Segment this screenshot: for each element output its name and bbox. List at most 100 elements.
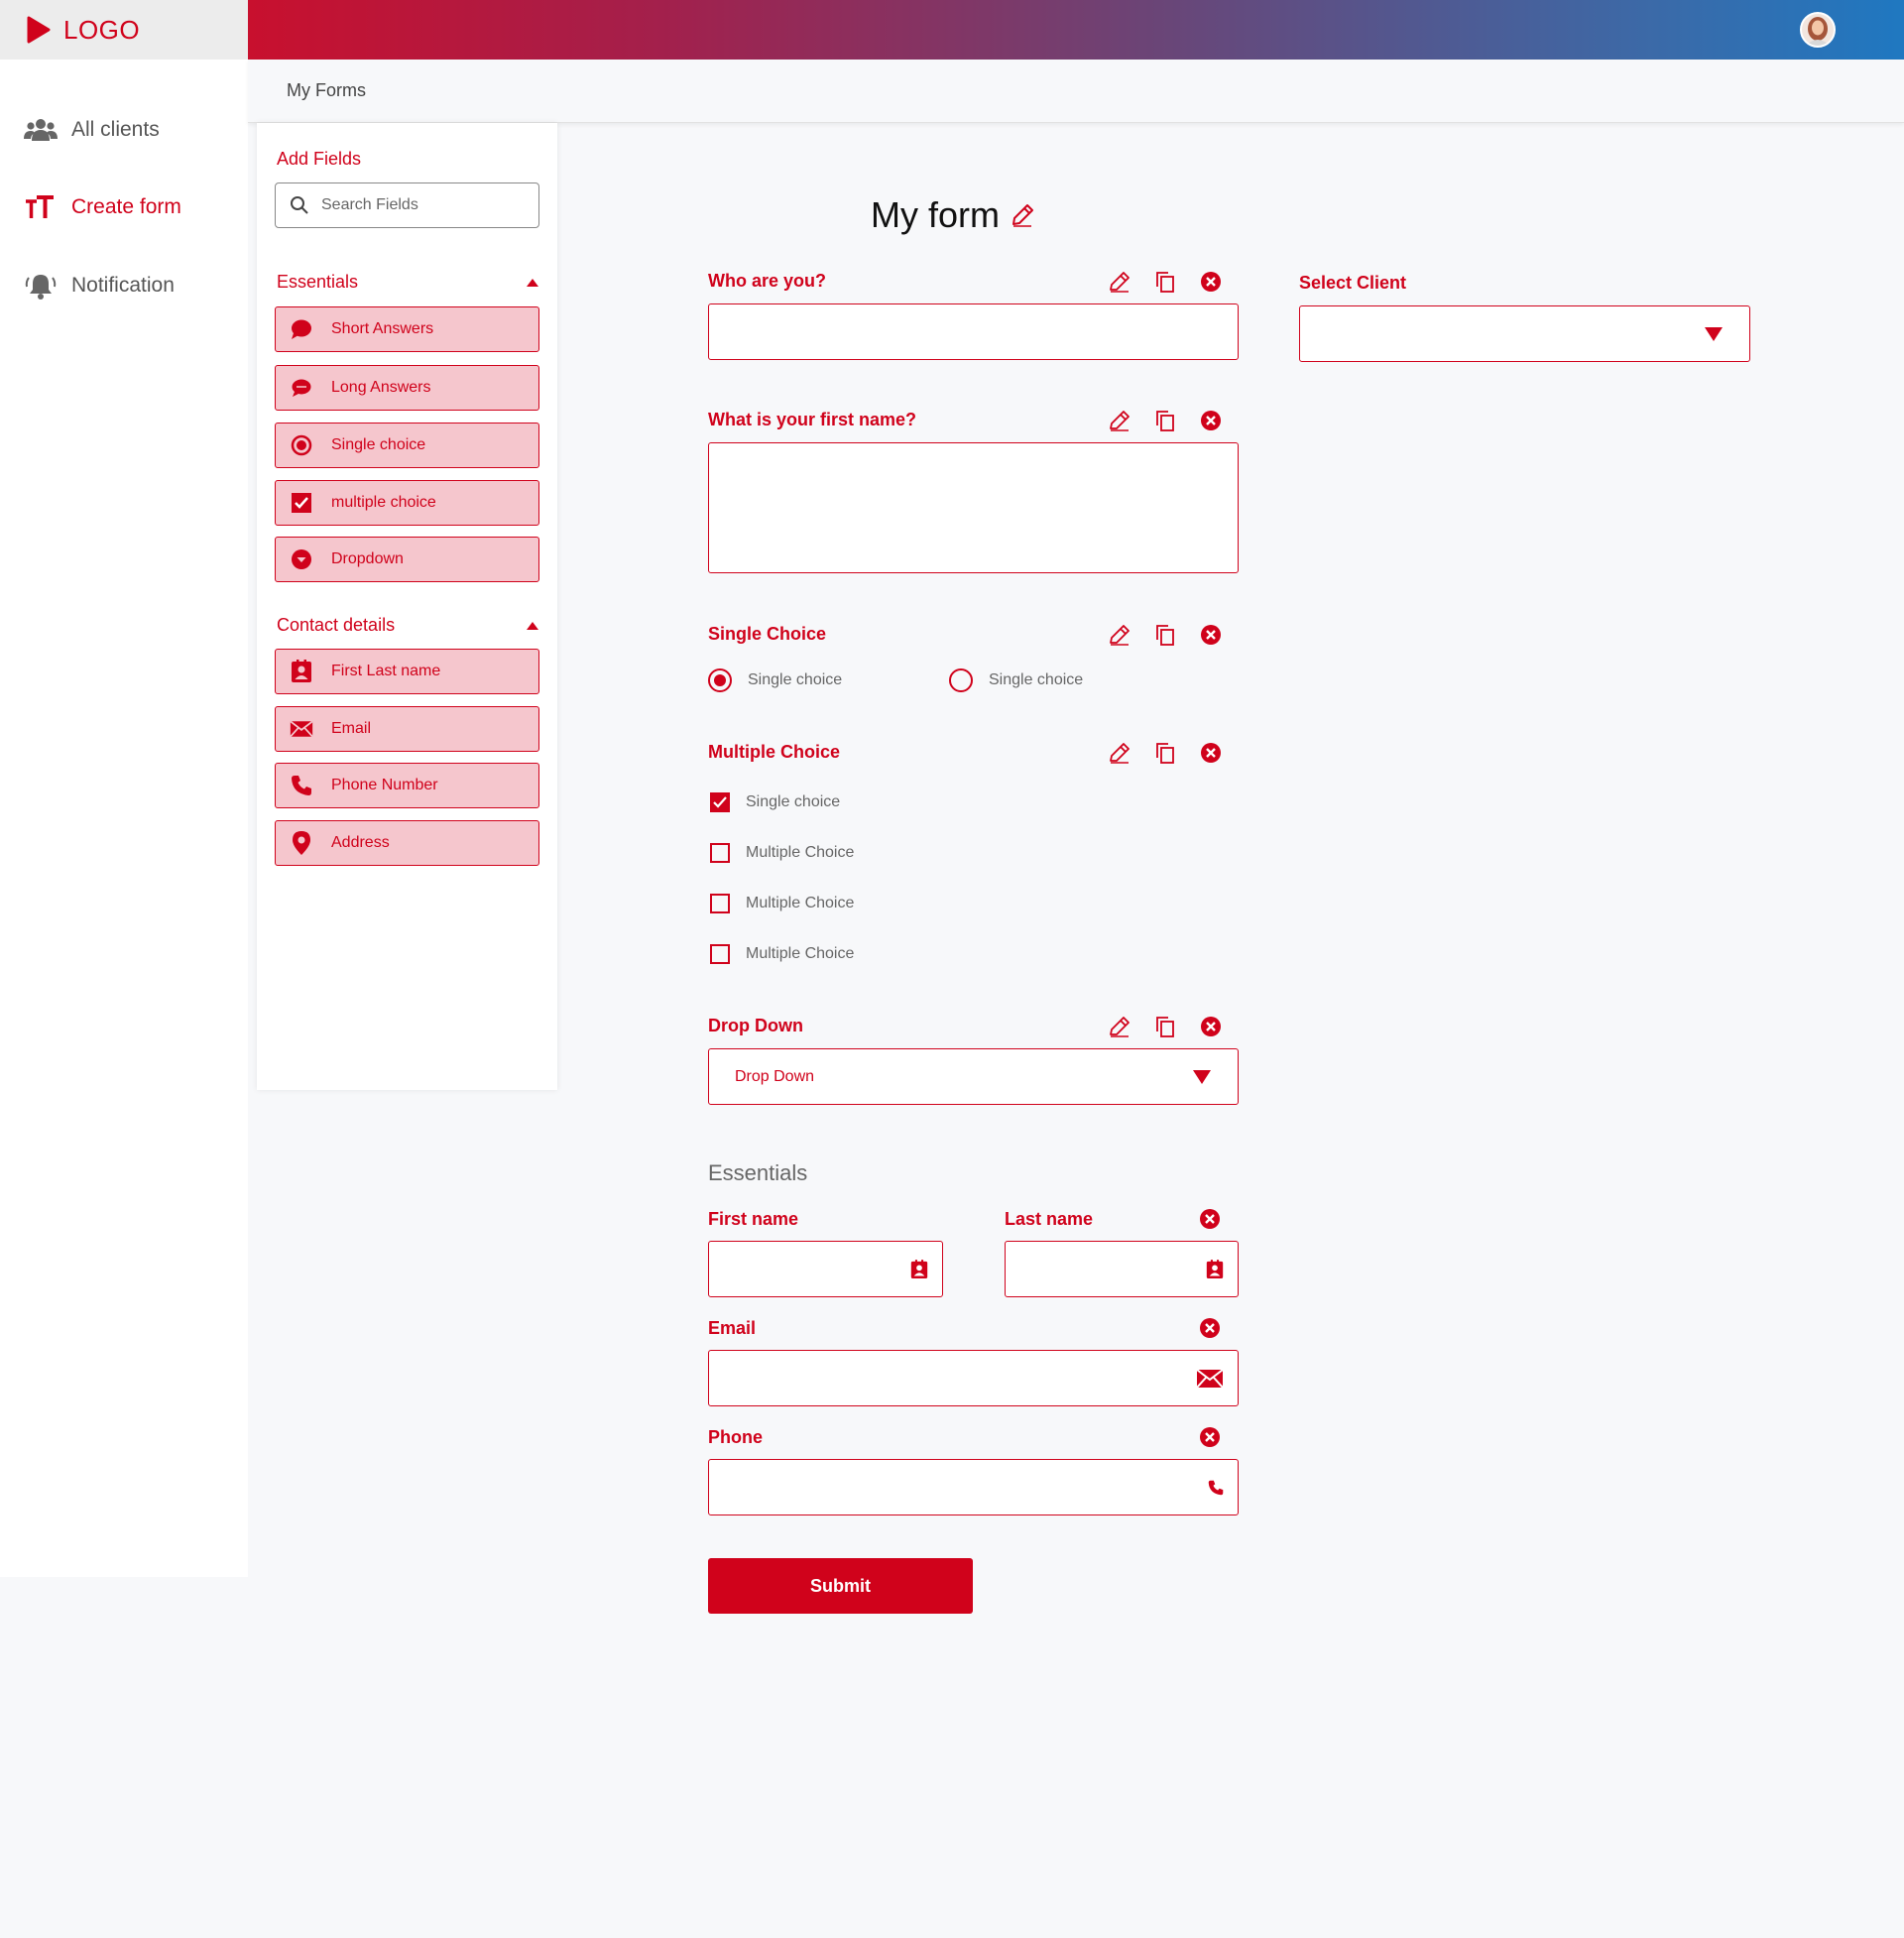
q4-option-1[interactable]: Single choice xyxy=(710,792,840,812)
logo-text: LOGO xyxy=(63,14,141,45)
essentials-section-title: Essentials xyxy=(708,1160,808,1185)
q2-label: What is your first name? xyxy=(708,410,917,429)
contact-section-header[interactable]: Contact details xyxy=(277,615,539,636)
checkbox-unchecked[interactable] xyxy=(710,944,730,964)
field-short-answers[interactable]: Short Answers xyxy=(275,306,539,352)
add-fields-panel: Add Fields Essentials Short Answers Long… xyxy=(257,123,557,1090)
edit-icon[interactable] xyxy=(1108,270,1131,294)
phone-input[interactable] xyxy=(708,1459,1239,1515)
q4-option-3[interactable]: Multiple Choice xyxy=(710,894,854,913)
essentials-section-title: Essentials xyxy=(277,272,359,292)
nav-label: Notification xyxy=(71,274,175,297)
phone-icon xyxy=(1208,1480,1224,1495)
field-label: Single choice xyxy=(331,436,426,453)
q2-textarea[interactable] xyxy=(708,442,1239,573)
checkbox-unchecked[interactable] xyxy=(710,894,730,913)
close-circle-icon[interactable] xyxy=(1199,1317,1223,1341)
q1-actions xyxy=(1108,270,1223,294)
checkbox-unchecked[interactable] xyxy=(710,843,730,863)
q1-input[interactable] xyxy=(708,303,1239,360)
q4-option-2[interactable]: Multiple Choice xyxy=(710,843,854,863)
nav-notification[interactable]: Notification xyxy=(24,272,175,300)
select-client-dropdown[interactable] xyxy=(1299,305,1750,362)
contact-card-icon xyxy=(910,1259,928,1278)
option-label: Single choice xyxy=(748,671,843,688)
field-single-choice[interactable]: Single choice xyxy=(275,423,539,468)
field-address[interactable]: Address xyxy=(275,820,539,866)
envelope-icon xyxy=(1196,1368,1224,1389)
email-input[interactable] xyxy=(708,1350,1239,1406)
checkbox-checked[interactable] xyxy=(710,792,730,812)
dropdown-circle-icon xyxy=(290,547,313,571)
field-label: Dropdown xyxy=(331,550,404,567)
last-name-input[interactable] xyxy=(1005,1241,1239,1297)
q4-option-4[interactable]: Multiple Choice xyxy=(710,944,854,964)
q4-label: Multiple Choice xyxy=(708,742,841,762)
option-label: Single choice xyxy=(746,793,841,810)
q1-label: Who are you? xyxy=(708,271,827,291)
option-label: Multiple Choice xyxy=(746,844,855,861)
field-label: Phone Number xyxy=(331,777,438,793)
submit-button[interactable]: Submit xyxy=(708,1558,973,1614)
collapse-arrow-icon[interactable] xyxy=(526,277,539,289)
field-multiple-choice[interactable]: multiple choice xyxy=(275,480,539,526)
option-label: Multiple Choice xyxy=(746,945,855,962)
field-dropdown[interactable]: Dropdown xyxy=(275,537,539,582)
contact-section-title: Contact details xyxy=(277,615,396,635)
dropdown-value: Drop Down xyxy=(735,1067,815,1085)
copy-icon[interactable] xyxy=(1153,623,1177,647)
breadcrumb-my-forms[interactable]: My Forms xyxy=(287,80,366,101)
essentials-section-header[interactable]: Essentials xyxy=(277,272,539,293)
close-circle-icon[interactable] xyxy=(1199,270,1223,294)
avatar[interactable] xyxy=(1800,12,1836,48)
q2-actions xyxy=(1108,409,1223,432)
top-bar: LOGO xyxy=(0,0,1904,60)
breadcrumb: My Forms xyxy=(248,60,1904,123)
q5-dropdown[interactable]: Drop Down xyxy=(708,1048,1239,1105)
q3-option-2[interactable]: Single choice xyxy=(949,668,1083,692)
q3-option-1[interactable]: Single choice xyxy=(708,668,842,692)
edit-icon[interactable] xyxy=(1108,741,1131,765)
nav-create-form[interactable]: Create form xyxy=(24,194,181,220)
copy-icon[interactable] xyxy=(1153,1015,1177,1038)
close-circle-icon[interactable] xyxy=(1199,1426,1223,1450)
last-name-label: Last name xyxy=(1005,1209,1094,1229)
edit-icon[interactable] xyxy=(1108,1015,1131,1038)
search-box[interactable] xyxy=(275,182,539,228)
form-title-text: My form xyxy=(871,194,1000,235)
edit-icon[interactable] xyxy=(1108,623,1131,647)
copy-icon[interactable] xyxy=(1153,270,1177,294)
edit-pencil-icon[interactable] xyxy=(1010,202,1035,228)
edit-icon[interactable] xyxy=(1108,409,1131,432)
collapse-arrow-icon[interactable] xyxy=(526,620,539,632)
close-circle-icon[interactable] xyxy=(1199,1015,1223,1038)
close-circle-icon[interactable] xyxy=(1199,1208,1223,1232)
q5-label: Drop Down xyxy=(708,1016,803,1035)
field-phone-number[interactable]: Phone Number xyxy=(275,763,539,808)
field-label: Short Answers xyxy=(331,320,434,337)
contact-card-icon xyxy=(290,660,313,683)
close-circle-icon[interactable] xyxy=(1199,623,1223,647)
radio-unselected[interactable] xyxy=(949,668,973,692)
field-email[interactable]: Email xyxy=(275,706,539,752)
close-circle-icon[interactable] xyxy=(1199,409,1223,432)
field-first-last-name[interactable]: First Last name xyxy=(275,649,539,694)
close-circle-icon[interactable] xyxy=(1199,741,1223,765)
panel-title: Add Fields xyxy=(277,149,362,169)
radio-selected[interactable] xyxy=(708,668,732,692)
header-gradient xyxy=(248,0,1904,60)
q3-label: Single Choice xyxy=(708,624,827,644)
copy-icon[interactable] xyxy=(1153,741,1177,765)
field-label: Email xyxy=(331,720,372,737)
logo[interactable]: LOGO xyxy=(0,0,248,60)
search-input[interactable] xyxy=(321,196,520,214)
nav-label: Create form xyxy=(71,195,181,218)
q3-actions xyxy=(1108,623,1223,647)
first-name-input[interactable] xyxy=(708,1241,943,1297)
chat-bubble-outline-icon xyxy=(290,376,313,400)
q5-actions xyxy=(1108,1015,1223,1038)
nav-all-clients[interactable]: All clients xyxy=(24,117,160,143)
email-label: Email xyxy=(708,1318,757,1338)
field-long-answers[interactable]: Long Answers xyxy=(275,365,539,411)
copy-icon[interactable] xyxy=(1153,409,1177,432)
